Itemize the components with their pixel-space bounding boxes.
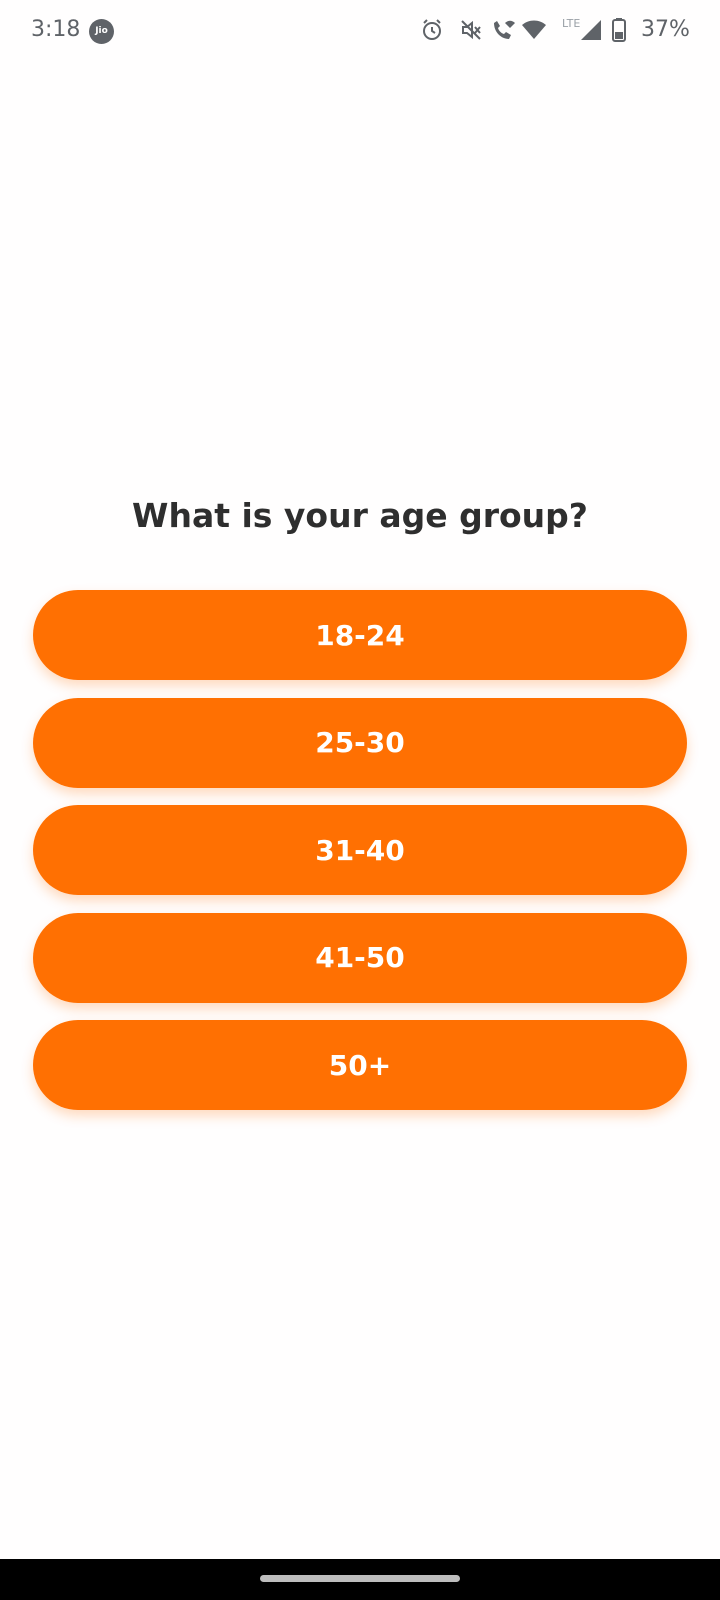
- mute-icon: [461, 20, 481, 40]
- battery-percent: 37%: [641, 17, 690, 42]
- age-options-list: 18-24 25-30 31-40 41-50 50+: [33, 590, 687, 1128]
- question-title: What is your age group?: [132, 496, 588, 535]
- age-option-50-plus[interactable]: 50+: [33, 1020, 687, 1110]
- wifi-icon: [522, 20, 546, 39]
- battery-icon: [612, 18, 626, 42]
- wifi-calling-icon: [494, 20, 515, 39]
- network-type-label: LTE: [562, 17, 581, 30]
- carrier-badge: Jio: [89, 19, 114, 44]
- home-gesture-handle[interactable]: [260, 1575, 460, 1582]
- status-time: 3:18: [31, 17, 81, 42]
- age-option-31-40[interactable]: 31-40: [33, 805, 687, 895]
- cell-signal-icon: [581, 20, 601, 40]
- status-bar: 3:18 Jio LTE 37%: [0, 0, 720, 62]
- age-option-41-50[interactable]: 41-50: [33, 912, 687, 1003]
- alarm-icon: [423, 19, 441, 40]
- age-option-18-24[interactable]: 18-24: [33, 590, 687, 680]
- age-option-25-30[interactable]: 25-30: [33, 697, 687, 788]
- navigation-bar: [0, 1559, 720, 1600]
- age-group-screen: 3:18 Jio LTE 37% What is your age group?…: [0, 0, 720, 1600]
